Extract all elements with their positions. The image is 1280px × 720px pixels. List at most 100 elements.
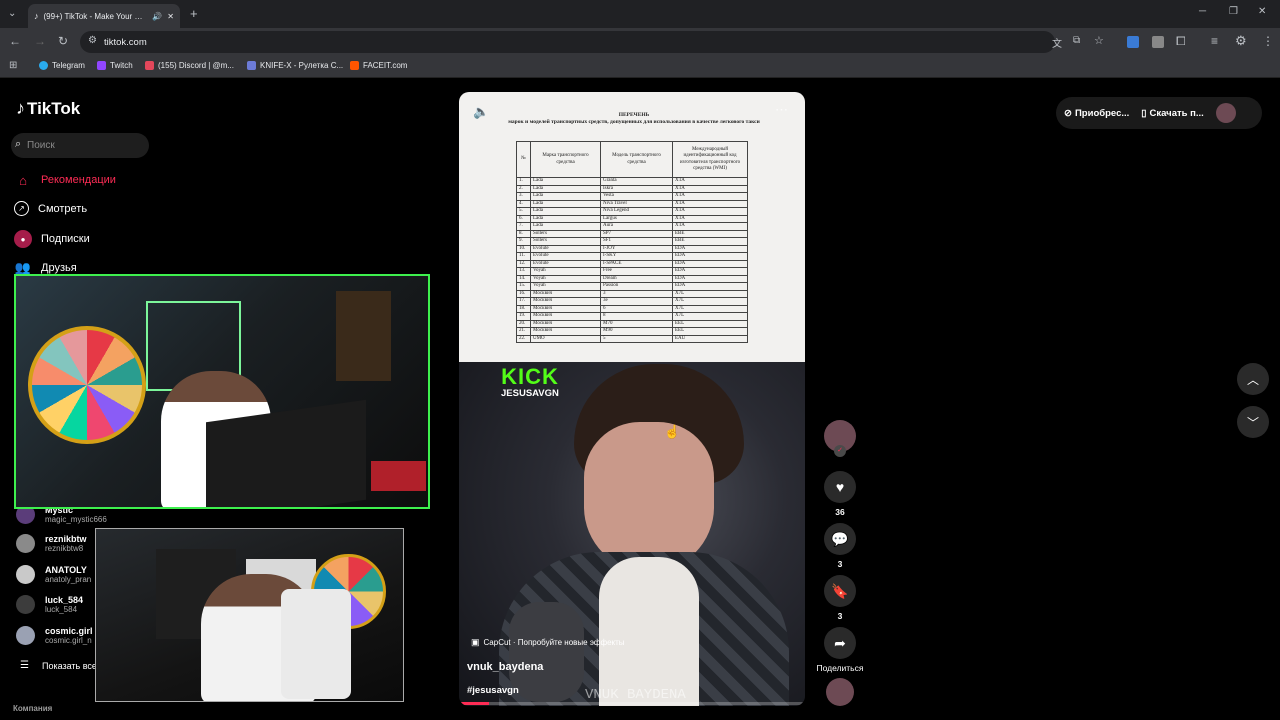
new-tab-button[interactable]: +	[190, 6, 198, 21]
author-avatar[interactable]: ✓	[824, 420, 856, 457]
minimize-button[interactable]: ─	[1199, 6, 1206, 17]
restore-button[interactable]: ❐	[1229, 6, 1238, 17]
follow-check-icon[interactable]: ✓	[834, 445, 846, 457]
bookmark-star-icon[interactable]: ☆	[1094, 34, 1104, 47]
column-header: Международный идентификационный код изго…	[672, 141, 748, 178]
table-cell: X7L	[672, 312, 748, 321]
save-button[interactable]: 🔖 3	[824, 575, 856, 621]
tab-audio-icon[interactable]: 🔊	[152, 12, 162, 21]
following-name: luck_584	[45, 595, 84, 605]
nav-recommendations[interactable]: ⌂ Рекомендации	[14, 171, 116, 189]
table-cell: EBE	[672, 229, 748, 238]
home-icon: ⌂	[19, 172, 27, 188]
following-icon: ●	[14, 230, 32, 248]
microphone	[509, 602, 584, 702]
table-row: 12. Evolute I-SPACE EDA	[516, 259, 748, 268]
phone-icon: ▯	[1141, 107, 1147, 119]
nav-explore[interactable]: ↗ Смотреть	[14, 201, 87, 216]
mute-icon[interactable]: 🔈	[473, 104, 489, 120]
table-cell: 15.	[516, 282, 531, 291]
comment-button[interactable]: 💬 3	[824, 523, 856, 569]
following-item[interactable]: cosmic.girl cosmic.girl_n	[16, 626, 93, 645]
table-cell: XTA	[672, 214, 748, 223]
bookmark-discord[interactable]: (155) Discord | @m...	[145, 61, 234, 70]
site-info-icon[interactable]: ⚙	[88, 35, 97, 46]
logo-text: TikTok	[27, 98, 81, 118]
nav-following[interactable]: ● Подписки	[14, 230, 90, 248]
video-hashtag[interactable]: #jesusavgn	[467, 685, 519, 696]
bookmark-twitch[interactable]: Twitch	[97, 61, 133, 70]
cursor-icon: ☝	[664, 424, 681, 439]
extensions-puzzle-icon[interactable]: ⧠	[1176, 34, 1186, 49]
extension-icon[interactable]	[1152, 36, 1164, 48]
tab-close-icon[interactable]: ✕	[167, 12, 174, 21]
show-all-following[interactable]: ☰ Показать все	[20, 660, 97, 671]
bookmark-telegram[interactable]: Telegram	[39, 61, 85, 70]
browser-toolbar: ← → ↻ ⚙ tiktok.com 文 ⧉ ☆ ⧠ ≡ ⚙ ⋮	[0, 28, 1280, 56]
tshirt-collar	[599, 557, 699, 706]
download-label: Скачать п...	[1149, 107, 1204, 119]
table-cell: I-SKY	[600, 252, 673, 261]
install-app-icon[interactable]: ⧉	[1073, 35, 1080, 46]
capcut-icon: ▣	[471, 637, 480, 647]
like-button[interactable]: ♥ 36	[824, 471, 856, 517]
column-header: №	[516, 141, 531, 178]
video-progress-bar[interactable]	[459, 702, 805, 705]
get-coins-button[interactable]: ⊘ Приобрес...	[1064, 108, 1129, 119]
table-cell: EEL	[672, 327, 748, 336]
forward-button[interactable]: →	[34, 34, 46, 48]
address-bar[interactable]: ⚙ tiktok.com 文 ⧉ ☆	[80, 31, 1104, 53]
bookmark-faceit[interactable]: FACEIT.com	[350, 61, 407, 70]
back-button[interactable]: ←	[9, 34, 21, 48]
table-cell: X7L	[672, 304, 748, 313]
share-label: Поделиться	[816, 663, 864, 673]
extension-icon[interactable]	[1127, 36, 1139, 48]
reload-button[interactable]: ↻	[58, 34, 68, 48]
table-cell: 7.	[516, 222, 531, 231]
doc-subheading: марок и моделей транспортных средств, до…	[508, 119, 760, 125]
music-avatar[interactable]	[824, 678, 856, 706]
profile-avatar[interactable]	[1215, 103, 1236, 123]
table-cell: Aura	[600, 222, 673, 231]
tab-search-icon[interactable]: ⌄	[8, 8, 16, 19]
following-item[interactable]: luck_584 luck_584	[16, 595, 83, 614]
table-cell: Москвич	[530, 319, 601, 328]
close-window-button[interactable]: ✕	[1258, 6, 1266, 17]
table-cell: EEL	[672, 319, 748, 328]
table-cell: EDA	[672, 252, 748, 261]
following-item[interactable]: reznikbtw reznikbtw8	[16, 534, 87, 553]
capcut-text: CapCut · Попробуйте новые эффекты	[483, 638, 625, 647]
more-options-icon[interactable]: ⋯	[775, 102, 788, 118]
search-placeholder: Поиск	[27, 140, 55, 151]
search-input[interactable]: ⌕ Поиск	[11, 133, 149, 158]
bookmark-knife-x[interactable]: KNIFE-X - Рулетка С...	[247, 61, 343, 70]
streamer-webcam-overlay	[14, 274, 430, 509]
show-all-label: Показать все	[41, 660, 97, 671]
previous-video-button[interactable]: ︿	[1237, 363, 1269, 395]
following-name: ANATOLY	[45, 565, 87, 575]
footer-company[interactable]: Компания	[13, 704, 52, 713]
apps-grid-icon[interactable]: ⊞	[9, 60, 17, 71]
tiktok-logo[interactable]: ♪ TikTok	[16, 98, 80, 119]
browser-menu-icon[interactable]: ⋮	[1262, 34, 1274, 48]
table-cell: XTA	[672, 192, 748, 201]
table-cell: X7L	[672, 289, 748, 298]
next-video-button[interactable]: ﹀	[1237, 406, 1269, 438]
gaming-chair	[281, 589, 351, 699]
video-player[interactable]: ПЕРЕЧЕНЬ марок и моделей транспортных ср…	[459, 92, 805, 706]
profile-avatar-icon[interactable]: ⚙	[1235, 33, 1247, 49]
download-app-button[interactable]: ▯ Скачать п...	[1141, 108, 1203, 119]
browser-tab[interactable]: ♪ (99+) TikTok - Make Your Day 🔊 ✕	[28, 4, 180, 28]
streamer-video: KICK JESUSAVGN ☝	[459, 362, 805, 706]
table-cell: Москвич	[530, 304, 601, 313]
following-item[interactable]: ANATOLY anatoly_pran	[16, 565, 91, 584]
video-author[interactable]: vnuk_baydena	[467, 661, 543, 673]
table-cell: M90	[600, 327, 673, 336]
table-cell: Lada	[530, 184, 601, 193]
share-button[interactable]: ➦ Поделиться	[812, 627, 868, 673]
table-row: 15. Voyah Passion EDA	[516, 282, 748, 291]
translate-icon[interactable]: 文	[1052, 35, 1062, 50]
reading-list-icon[interactable]: ≡	[1211, 34, 1218, 48]
capcut-badge[interactable]: ▣ CapCut · Попробуйте новые эффекты	[471, 637, 625, 648]
table-cell: 10.	[516, 244, 531, 253]
